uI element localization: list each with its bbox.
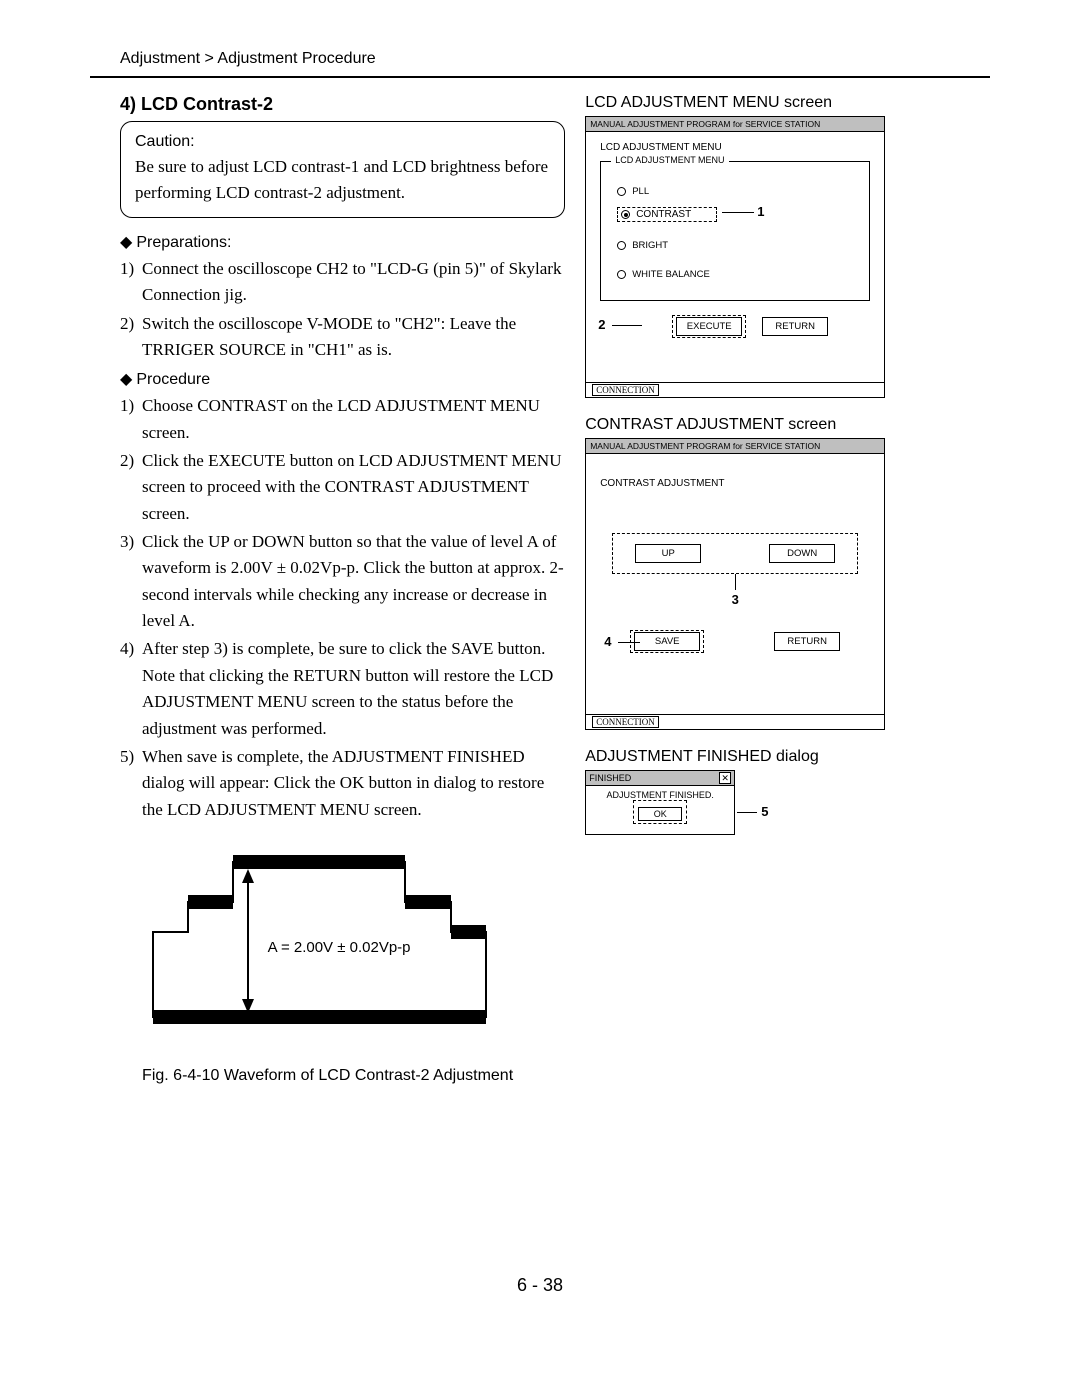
diamond-icon: ◆ — [120, 371, 132, 388]
figure-caption: Fig. 6-4-10 Waveform of LCD Contrast-2 A… — [90, 1067, 565, 1085]
group-legend: LCD ADJUSTMENT MENU — [611, 155, 728, 165]
item-text: Click the UP or DOWN button so that the … — [142, 529, 565, 634]
item-text: After step 3) is complete, be sure to cl… — [142, 636, 565, 741]
radio-icon — [617, 187, 626, 196]
callout-line — [612, 325, 642, 326]
status-bar: CONNECTION — [586, 382, 884, 397]
callout-line — [722, 212, 754, 213]
adjustment-finished-dialog: FINISHED ✕ ADJUSTMENT FINISHED. OK — [585, 770, 735, 835]
horizontal-rule — [90, 76, 990, 78]
status-text: CONNECTION — [592, 716, 659, 728]
preparations-heading-text: Preparations: — [136, 234, 231, 251]
section-heading: 4) LCD Contrast-2 — [120, 94, 565, 115]
dialog-titlebar: FINISHED ✕ — [586, 771, 734, 786]
callout-3: 3 — [732, 592, 739, 607]
screen1-title: LCD ADJUSTMENT MENU screen — [585, 94, 990, 112]
radio-bright[interactable]: BRIGHT — [617, 240, 853, 251]
down-button[interactable]: DOWN — [769, 544, 835, 563]
radio-label: PLL — [632, 186, 649, 197]
proc-item: 2) Click the EXECUTE button on LCD ADJUS… — [120, 448, 565, 527]
dialog-title-text: FINISHED — [589, 773, 631, 783]
item-text: When save is complete, the ADJUSTMENT FI… — [142, 744, 565, 823]
item-number: 1) — [120, 393, 142, 446]
right-column: LCD ADJUSTMENT MENU screen MANUAL ADJUST… — [585, 90, 990, 1085]
proc-item: 5) When save is complete, the ADJUSTMENT… — [120, 744, 565, 823]
radio-icon — [617, 270, 626, 279]
item-text: Choose CONTRAST on the LCD ADJUSTMENT ME… — [142, 393, 565, 446]
item-number: 2) — [120, 311, 142, 364]
waveform-label: A = 2.00V ± 0.02Vp-p — [268, 939, 411, 956]
dialog-heading: ADJUSTMENT FINISHED dialog — [585, 748, 990, 766]
save-button[interactable]: SAVE — [634, 632, 700, 651]
screen2-title: CONTRAST ADJUSTMENT screen — [585, 416, 990, 434]
diamond-icon: ◆ — [120, 234, 132, 251]
radio-pll[interactable]: PLL — [617, 186, 853, 197]
contrast-adjustment-window: MANUAL ADJUSTMENT PROGRAM for SERVICE ST… — [585, 438, 885, 730]
procedure-list: 1) Choose CONTRAST on the LCD ADJUSTMENT… — [120, 393, 565, 823]
window-titlebar: MANUAL ADJUSTMENT PROGRAM for SERVICE ST… — [586, 439, 884, 454]
page: Adjustment > Adjustment Procedure 4) LCD… — [0, 0, 1080, 1336]
return-button[interactable]: RETURN — [774, 632, 840, 651]
return-button[interactable]: RETURN — [762, 317, 828, 336]
save-highlight: SAVE — [630, 630, 704, 653]
up-button[interactable]: UP — [635, 544, 701, 563]
radio-icon — [617, 241, 626, 250]
ok-highlight: OK — [633, 800, 687, 824]
radio-label: CONTRAST — [636, 209, 691, 220]
radio-label: BRIGHT — [632, 240, 668, 251]
up-down-group: UP DOWN — [612, 533, 858, 574]
proc-item: 1) Choose CONTRAST on the LCD ADJUSTMENT… — [120, 393, 565, 446]
status-bar: CONNECTION — [586, 714, 884, 729]
window-titlebar: MANUAL ADJUSTMENT PROGRAM for SERVICE ST… — [586, 117, 884, 132]
caution-text: Be sure to adjust LCD contrast-1 and LCD… — [135, 154, 550, 205]
waveform-figure: A = 2.00V ± 0.02Vp-p — [148, 847, 508, 1057]
item-text: Connect the oscilloscope CH2 to "LCD-G (… — [142, 256, 565, 309]
prep-item: 1) Connect the oscilloscope CH2 to "LCD-… — [120, 256, 565, 309]
execute-highlight: EXECUTE — [672, 315, 746, 338]
item-number: 1) — [120, 256, 142, 309]
lcd-adjustment-menu-window: MANUAL ADJUSTMENT PROGRAM for SERVICE ST… — [585, 116, 885, 398]
prep-item: 2) Switch the oscilloscope V-MODE to "CH… — [120, 311, 565, 364]
item-text: Switch the oscilloscope V-MODE to "CH2":… — [142, 311, 565, 364]
menu-title: LCD ADJUSTMENT MENU — [600, 142, 870, 153]
procedure-heading: ◆Procedure — [120, 369, 565, 389]
radio-white-balance[interactable]: WHITE BALANCE — [617, 269, 853, 280]
dialog-body: ADJUSTMENT FINISHED. OK — [586, 786, 734, 834]
caution-box: Caution: Be sure to adjust LCD contrast-… — [120, 121, 565, 218]
item-text: Click the EXECUTE button on LCD ADJUSTME… — [142, 448, 565, 527]
callout-line — [618, 642, 640, 643]
callout-5: 5 — [761, 804, 768, 819]
callout-4: 4 — [604, 634, 611, 649]
selected-radio-highlight: CONTRAST — [617, 207, 717, 222]
dialog-message: ADJUSTMENT FINISHED. — [592, 790, 728, 800]
window-body: LCD ADJUSTMENT MENU LCD ADJUSTMENT MENU … — [586, 132, 884, 382]
callout-2: 2 — [598, 317, 605, 332]
radio-label: WHITE BALANCE — [632, 269, 710, 280]
callout-line — [735, 574, 736, 590]
window-body: CONTRAST ADJUSTMENT UP DOWN 3 4 SAVE — [586, 454, 884, 714]
procedure-heading-text: Procedure — [136, 371, 210, 388]
item-number: 4) — [120, 636, 142, 741]
contrast-title: CONTRAST ADJUSTMENT — [600, 478, 870, 489]
page-number: 6 - 38 — [90, 1275, 990, 1296]
callout-1: 1 — [757, 204, 764, 219]
breadcrumb: Adjustment > Adjustment Procedure — [90, 50, 990, 68]
proc-item: 4) After step 3) is complete, be sure to… — [120, 636, 565, 741]
item-number: 2) — [120, 448, 142, 527]
preparations-heading: ◆Preparations: — [120, 232, 565, 252]
radio-icon — [621, 210, 630, 219]
proc-item: 3) Click the UP or DOWN button so that t… — [120, 529, 565, 634]
callout-line — [737, 812, 757, 813]
item-number: 5) — [120, 744, 142, 823]
execute-button[interactable]: EXECUTE — [676, 317, 742, 336]
close-icon[interactable]: ✕ — [719, 772, 731, 784]
status-text: CONNECTION — [592, 384, 659, 396]
ok-button[interactable]: OK — [638, 807, 682, 821]
item-number: 3) — [120, 529, 142, 634]
left-column: 4) LCD Contrast-2 Caution: Be sure to ad… — [90, 90, 565, 1085]
caution-label: Caution: — [135, 130, 550, 154]
preparations-list: 1) Connect the oscilloscope CH2 to "LCD-… — [120, 256, 565, 363]
radio-group: LCD ADJUSTMENT MENU PLL CONTRAST 1 — [600, 161, 870, 301]
